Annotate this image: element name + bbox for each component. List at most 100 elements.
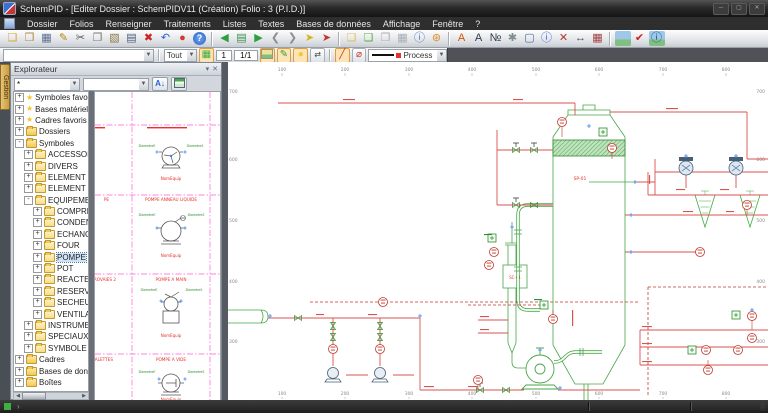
menu-?[interactable]: ?	[469, 19, 486, 29]
expander-icon[interactable]: +	[24, 344, 33, 353]
scrubber-sc01[interactable]	[503, 222, 527, 368]
tree-item-secheur[interactable]: +SECHEUR	[14, 297, 88, 308]
tree-item-element-de-tuyaut[interactable]: +ELEMENT DE TUYAUT	[14, 172, 88, 183]
symbol-filter-combo[interactable]: ▼	[14, 78, 80, 91]
menu-bases-de-donn-es[interactable]: Bases de données	[290, 19, 377, 29]
menu-fen-tre[interactable]: Fenêtre	[426, 19, 469, 29]
text-icon[interactable]: A	[471, 31, 487, 46]
expander-icon[interactable]: +	[24, 173, 33, 182]
tab-gestion[interactable]: Gestion	[0, 64, 10, 110]
tree-item-symbole-modele[interactable]: +SYMBOLE MODELE	[14, 343, 88, 354]
edit-icon[interactable]: ✎	[56, 31, 72, 46]
tree-item-element-de-tuyaut[interactable]: +ELEMENT DE TUYAUT	[14, 183, 88, 194]
menu-traitements[interactable]: Traitements	[158, 19, 217, 29]
stop-icon[interactable]: ●	[175, 31, 191, 46]
undo-icon[interactable]: ↶	[158, 31, 174, 46]
symbol-filter-input[interactable]	[17, 80, 63, 89]
page-settings-icon[interactable]: ⊛	[429, 31, 445, 46]
paste-icon[interactable]: ▧	[107, 31, 123, 46]
expander-icon[interactable]: -	[24, 196, 33, 205]
text-style-icon[interactable]: A	[454, 31, 470, 46]
scroll-left-icon[interactable]: ◀	[14, 393, 22, 399]
expander-icon[interactable]: +	[15, 93, 24, 102]
chevron-down-icon[interactable]: ▼	[70, 79, 79, 90]
expander-icon[interactable]: +	[15, 127, 24, 136]
tree-item-symboles-favoris[interactable]: +★Symboles favoris	[14, 92, 88, 103]
hint-bulb-button[interactable]: ●	[293, 48, 308, 63]
panel-pin-icon[interactable]: ▾	[206, 65, 210, 73]
back-icon[interactable]: ❮	[268, 31, 284, 46]
expander-icon[interactable]: +	[24, 332, 33, 341]
material-filter-combo[interactable]: ▼	[83, 78, 149, 91]
tree-item-speciaux[interactable]: +SPECIAUX	[14, 331, 88, 342]
tree-item-bases-mat-riels-favorites[interactable]: +★Bases matériels favorites	[14, 103, 88, 114]
delete-icon[interactable]: ✖	[141, 31, 157, 46]
open-dossier-icon[interactable]: ❒	[22, 31, 38, 46]
expander-icon[interactable]: +	[33, 264, 42, 273]
expander-icon[interactable]: -	[15, 139, 24, 148]
menu-listes[interactable]: Listes	[217, 19, 253, 29]
tree-item-pompe[interactable]: +POMPE	[14, 251, 88, 262]
symbol-palette[interactable]: DiametreE DiametreS DiametreS NomEquip N…	[94, 91, 221, 401]
chevron-down-icon[interactable]: ▼	[139, 79, 148, 90]
minimize-button[interactable]: ─	[713, 3, 729, 15]
expander-icon[interactable]: +	[15, 105, 24, 114]
frame-orientation-button[interactable]	[260, 48, 275, 63]
expander-icon[interactable]: +	[15, 367, 24, 376]
expander-icon[interactable]: +	[33, 298, 42, 307]
page-info-icon[interactable]: ⓘ	[412, 31, 428, 46]
swap-parameters-button[interactable]: ⇄	[310, 48, 325, 63]
palette-cell-pump-a-vide[interactable]: POMPE A VIDE ALETTES DiametreE DiametreS…	[95, 357, 204, 401]
panel-close-icon[interactable]: ✕	[212, 65, 218, 73]
tree-item-cadres-favoris[interactable]: +★Cadres favoris	[14, 115, 88, 126]
tree-item-equipement[interactable]: -EQUIPEMENT	[14, 195, 88, 206]
sort-az-button[interactable]: A↓	[152, 77, 168, 91]
expander-icon[interactable]: +	[33, 207, 42, 216]
tree-item-echangeur[interactable]: +ECHANGEUR	[14, 229, 88, 240]
line-style-combo[interactable]: Process ▼	[368, 49, 447, 62]
tree-item-four[interactable]: +FOUR	[14, 240, 88, 251]
scrollbar-thumb[interactable]	[22, 392, 46, 400]
expander-icon[interactable]: +	[15, 116, 24, 125]
chevron-down-icon[interactable]: ▼	[437, 50, 446, 61]
scroll-right-icon[interactable]: ▶	[80, 393, 88, 399]
tree-item-divers[interactable]: +DIVERS	[14, 160, 88, 171]
tree-horizontal-scrollbar[interactable]: ◀ ▶	[13, 392, 89, 400]
folio-count-field[interactable]	[234, 50, 258, 61]
print-icon[interactable]: ▤	[124, 31, 140, 46]
save-icon[interactable]: ▦	[39, 31, 55, 46]
tree-item-dossiers[interactable]: +Dossiers	[14, 126, 88, 137]
cut-icon[interactable]: ✂	[73, 31, 89, 46]
material-filter-input[interactable]	[86, 80, 132, 89]
pump-centrifugal[interactable]	[522, 348, 558, 389]
chevron-down-icon[interactable]: ▼	[144, 50, 153, 61]
expander-icon[interactable]: +	[33, 287, 42, 296]
palette-cell-pump-anneau-liquide[interactable]: POMPE ANNEAU LIQUIDE PE DiametreE Diamet…	[95, 197, 204, 258]
close-button[interactable]: ✕	[749, 3, 765, 15]
tree-item-pot[interactable]: +POT	[14, 263, 88, 274]
zone-combo[interactable]: Tout ▼	[164, 49, 197, 62]
tree-item-bases-de-donn-es[interactable]: +Bases de données	[14, 365, 88, 376]
menu-affichage[interactable]: Affichage	[377, 19, 426, 29]
expander-icon[interactable]: +	[24, 321, 33, 330]
goto-previous-icon[interactable]: ➤	[302, 31, 318, 46]
draw-line-button[interactable]: ╱	[335, 48, 350, 63]
new-page-icon[interactable]: ❏	[344, 31, 360, 46]
tree-item-instrumentation[interactable]: +INSTRUMENTATION	[14, 320, 88, 331]
maximize-button[interactable]: ▢	[731, 3, 747, 15]
zone-select-icon[interactable]: ▢	[522, 31, 538, 46]
resize-grip[interactable]: ░	[760, 404, 766, 411]
new-folio-icon[interactable]: ❏	[5, 31, 21, 46]
tools-icon[interactable]: ✱	[505, 31, 521, 46]
strainer-cones[interactable]	[695, 191, 760, 227]
palette-cell-pump-1[interactable]: DiametreE DiametreS DiametreS NomEquip N…	[95, 127, 203, 181]
grid-toggle-button[interactable]: ▦	[199, 48, 214, 63]
page-grid-icon[interactable]: ▦	[395, 31, 411, 46]
pumps-dosing[interactable]	[325, 157, 743, 382]
add-page-icon[interactable]: ❏	[361, 31, 377, 46]
forward-icon[interactable]: ❯	[285, 31, 301, 46]
folio-list-icon[interactable]: ▤	[234, 31, 250, 46]
tree-item-symboles[interactable]: -Symboles	[14, 138, 88, 149]
expander-icon[interactable]: +	[33, 310, 42, 319]
menu-folios[interactable]: Folios	[64, 19, 100, 29]
